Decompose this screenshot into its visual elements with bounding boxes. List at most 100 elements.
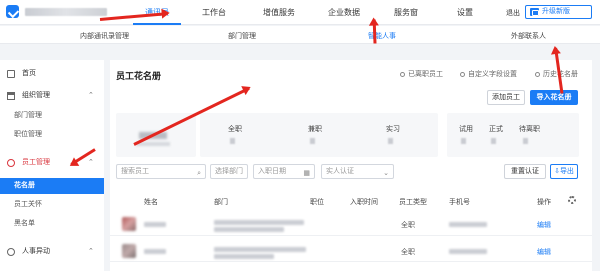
annotation-arrow [372,19,377,44]
sidebar-item-staff-care[interactable]: 员工关怀 [0,197,104,213]
export-label: 导出 [559,168,574,175]
staff-name-blurred [144,222,166,227]
stat-leaving-label: 待离职 [519,126,540,133]
col-header-position: 职位 [310,199,324,206]
dept-blurred [214,247,306,252]
clock-icon [400,72,405,77]
main-panel: 员工花名册 已离职员工 自定义字段设置 历史花名册 添加员工 导入花名册 全职 … [110,60,592,271]
sidebar-item-staff[interactable]: 员工管理 ⌃ [0,155,104,171]
real-name-auth-placeholder: 实人认证 [326,168,354,175]
upgrade-button[interactable]: 升级新版 [525,5,592,19]
search-staff-input[interactable]: 搜索员工 ⌕ [116,164,206,179]
tab-service-window[interactable]: 服务窗 [390,0,422,25]
export-button[interactable]: ⇩导出 [550,164,578,179]
resigned-staff-label: 已离职员工 [408,71,443,78]
home-icon [7,70,15,78]
col-header-dept: 部门 [214,199,228,206]
subtab-department[interactable]: 部门管理 [228,31,256,41]
logout-link[interactable]: 退出 [506,8,520,18]
hr-change-icon [7,248,15,256]
upgrade-label: 升级新版 [542,8,570,15]
col-header-hire-date: 入职时间 [350,199,378,206]
col-header-action: 操作 [537,199,551,206]
dept-blurred [214,220,304,225]
stat-fulltime-label: 全职 [228,126,242,133]
import-roster-button[interactable]: 导入花名册 [530,90,578,105]
emp-type-cell: 全职 [401,249,415,256]
employee-type-card: 全职 兼职 实习 [200,113,438,157]
col-header-phone: 手机号 [449,199,470,206]
company-name-blurred [25,8,107,16]
stat-leaving-value [523,138,528,144]
sidebar-item-label: 人事异动 [22,248,50,255]
sidebar-item-label: 首页 [22,70,36,77]
history-icon [535,72,540,77]
sidebar-item-roster[interactable]: 花名册 [0,178,104,194]
avatar [122,244,136,258]
tab-enterprise-data[interactable]: 企业数据 [323,0,365,25]
upgrade-icon [530,8,539,16]
chevron-up-icon: ⌃ [88,248,94,255]
edit-link[interactable]: 编辑 [537,247,551,257]
dept-blurred [214,254,274,259]
sidebar-item-label: 员工管理 [22,159,50,166]
sidebar-item-home[interactable]: 首页 [0,66,104,82]
edit-link[interactable]: 编辑 [537,220,551,230]
tab-settings[interactable]: 设置 [453,0,477,25]
stat-intern-value [388,138,393,144]
staff-icon [7,159,15,167]
avatar [122,217,136,231]
top-navbar: 通讯录 工作台 增值服务 企业数据 服务窗 设置 退出 升级新版 [0,0,600,25]
table-settings-icon[interactable] [568,196,576,204]
hire-date-input[interactable]: 入职日期 ▦ [253,164,315,179]
hire-date-placeholder: 入职日期 [258,168,286,175]
stat-fulltime-value [230,138,235,144]
stat-parttime-value [310,138,315,144]
real-name-auth-select[interactable]: 实人认证 ⌄ [321,164,394,179]
settings-icon [460,72,465,77]
stat-regular-label: 正式 [489,126,503,133]
stat-parttime-label: 兼职 [308,126,322,133]
col-header-emp-type: 员工类型 [399,199,427,206]
subtab-external-contacts[interactable]: 外部联系人 [511,31,546,41]
select-department-input[interactable]: 选择部门 [210,164,248,179]
custom-field-label: 自定义字段设置 [468,71,517,78]
sidebar-item-hr-change[interactable]: 人事异动 ⌃ [0,244,104,260]
org-icon [7,92,15,100]
sidebar-item-blacklist[interactable]: 黑名单 [0,216,104,232]
search-icon: ⌕ [197,170,201,177]
chevron-down-icon: ⌄ [383,170,389,177]
add-staff-button[interactable]: 添加员工 [487,90,525,105]
phone-blurred [449,222,487,227]
calendar-icon: ▦ [303,170,310,177]
sidebar-item-org[interactable]: 组织管理 ⌃ [0,88,104,104]
search-placeholder: 搜索员工 [121,168,149,175]
table-row[interactable]: 全职 编辑 [110,212,592,236]
reset-auth-button[interactable]: 重置认证 [504,164,546,179]
custom-field-link[interactable]: 自定义字段设置 [460,69,517,79]
phone-blurred [449,249,487,254]
tab-value-added[interactable]: 增值服务 [258,0,300,25]
sidebar-item-position-mgmt[interactable]: 职位管理 [0,127,104,143]
sub-navbar: 内部通讯录管理 部门管理 智能人事 外部联系人 [0,26,600,44]
resigned-staff-link[interactable]: 已离职员工 [400,69,443,79]
tab-workbench[interactable]: 工作台 [196,0,232,25]
stat-probation-label: 试用 [459,126,473,133]
chevron-up-icon: ⌃ [88,159,94,166]
app-logo-icon[interactable] [6,5,19,18]
stat-probation-value [461,138,466,144]
dept-blurred [214,227,284,232]
stat-intern-label: 实习 [386,126,400,133]
col-header-name: 姓名 [144,199,158,206]
sidebar-item-label: 组织管理 [22,92,50,99]
sidebar-item-dept-mgmt[interactable]: 部门管理 [0,108,104,124]
stat-regular-value [491,138,496,144]
chevron-up-icon: ⌃ [88,92,94,99]
subtab-internal-contacts[interactable]: 内部通讯录管理 [80,31,129,41]
page-title: 员工花名册 [116,71,162,81]
emp-type-cell: 全职 [401,222,415,229]
sidebar: 首页 组织管理 ⌃ 部门管理 职位管理 员工管理 ⌃ 花名册 员工关怀 黑名单 … [0,60,104,271]
employee-status-card: 试用 正式 待离职 [447,113,579,157]
staff-name-blurred [144,249,166,254]
table-row[interactable]: 全职 编辑 [110,238,592,262]
